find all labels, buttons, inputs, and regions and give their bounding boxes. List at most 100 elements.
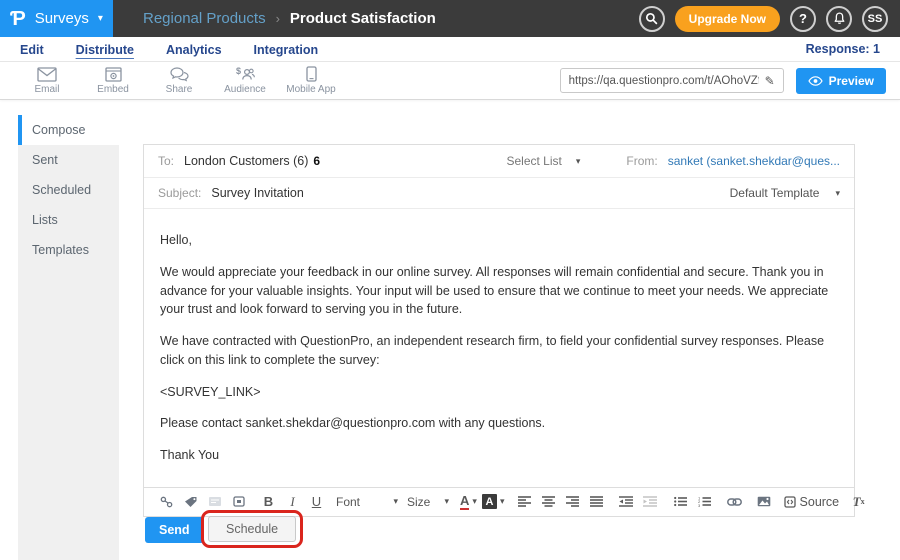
body-paragraph: <SURVEY_LINK>: [160, 383, 838, 402]
help-button[interactable]: ?: [790, 6, 816, 32]
mobile-phone-icon: [306, 66, 317, 82]
response-count[interactable]: Response: 1: [806, 42, 880, 56]
chevron-down-icon: ▾: [472, 496, 477, 507]
align-center-icon[interactable]: [538, 491, 559, 512]
chevron-down-icon: ▾: [98, 14, 103, 24]
sidebar-item-templates[interactable]: Templates: [18, 235, 119, 265]
tab-analytics[interactable]: Analytics: [166, 41, 222, 57]
font-dropdown[interactable]: Font ▾: [336, 495, 398, 509]
recipient-count[interactable]: 6: [313, 154, 320, 168]
breadcrumb-current: Product Satisfaction: [290, 10, 436, 27]
channel-audience[interactable]: $ Audience: [212, 66, 278, 95]
sidebar-item-scheduled[interactable]: Scheduled: [18, 175, 119, 205]
source-label: Source: [800, 495, 840, 509]
channel-mobile-app[interactable]: Mobile App: [278, 66, 344, 95]
template-dropdown[interactable]: Default Template ▾: [730, 186, 840, 200]
subject-label: Subject:: [158, 186, 201, 200]
tab-edit[interactable]: Edit: [20, 41, 44, 57]
text-color-a-icon: A: [460, 494, 469, 510]
select-list-dropdown[interactable]: Select List ▾: [506, 154, 580, 168]
bell-icon: [833, 12, 846, 25]
schedule-button[interactable]: Schedule: [208, 516, 296, 542]
sidebar-item-label: Templates: [32, 243, 89, 257]
questionpro-logo-icon: Ƥ: [10, 9, 26, 29]
numbered-list-icon[interactable]: 123: [694, 491, 715, 512]
subject-input[interactable]: Survey Invitation: [211, 186, 303, 200]
underline-button[interactable]: U: [306, 491, 327, 512]
email-body-editor[interactable]: Hello, We would appreciate your feedback…: [144, 209, 854, 487]
channel-label: Email: [34, 84, 59, 95]
to-label: To:: [158, 154, 174, 168]
sidebar-item-sent[interactable]: Sent: [18, 145, 119, 175]
size-dropdown[interactable]: Size ▾: [407, 495, 449, 509]
hyperlink-chain-icon[interactable]: [724, 491, 745, 512]
decrease-indent-icon[interactable]: [616, 491, 637, 512]
body-paragraph: Hello,: [160, 231, 838, 250]
bullet-list-icon[interactable]: [670, 491, 691, 512]
subject-row: Subject: Survey Invitation Default Templ…: [144, 178, 854, 209]
breadcrumb: Regional Products › Product Satisfaction: [143, 10, 436, 27]
preview-button[interactable]: Preview: [796, 68, 886, 94]
remove-format-x: x: [861, 497, 865, 506]
envelope-icon: [37, 67, 57, 82]
channel-label: Audience: [224, 84, 266, 95]
remove-format-button[interactable]: Tx: [848, 491, 869, 512]
from-label: From:: [626, 154, 657, 168]
question-mark-icon: ?: [799, 11, 807, 26]
sidebar-item-label: Lists: [32, 213, 58, 227]
channel-embed[interactable]: Embed: [80, 67, 146, 95]
remove-format-t: T: [853, 494, 861, 510]
search-button[interactable]: [639, 6, 665, 32]
distribute-sidebar: Compose Sent Scheduled Lists Templates: [18, 115, 119, 560]
font-dropdown-label: Font: [336, 495, 360, 509]
sidebar-item-label: Compose: [32, 123, 86, 137]
chevron-down-icon: ▾: [444, 496, 449, 507]
select-list-label: Select List: [506, 154, 561, 168]
product-name: Surveys: [35, 10, 89, 27]
svg-text:3: 3: [698, 503, 701, 507]
upgrade-now-button[interactable]: Upgrade Now: [675, 6, 780, 32]
body-paragraph: Thank You: [160, 446, 838, 465]
tab-distribute[interactable]: Distribute: [76, 41, 134, 57]
audience-dollar-people-icon: $: [235, 66, 255, 82]
channel-share[interactable]: Share: [146, 67, 212, 95]
top-bar: Ƥ Surveys ▾ Regional Products › Product …: [0, 0, 900, 37]
justify-icon[interactable]: [586, 491, 607, 512]
edit-pencil-icon[interactable]: ✎: [765, 74, 775, 88]
channel-label: Share: [166, 84, 193, 95]
send-button[interactable]: Send: [145, 517, 204, 543]
breadcrumb-parent-link[interactable]: Regional Products: [143, 10, 266, 27]
sidebar-item-lists[interactable]: Lists: [18, 205, 119, 235]
avatar[interactable]: SS: [862, 6, 888, 32]
insert-link-icon[interactable]: [156, 491, 177, 512]
merge-tag-icon[interactable]: [180, 491, 201, 512]
survey-url-field[interactable]: https://qa.questionpro.com/t/AOhoVZfqml …: [560, 68, 784, 93]
align-right-icon[interactable]: [562, 491, 583, 512]
survey-link-area: https://qa.questionpro.com/t/AOhoVZfqml …: [560, 68, 900, 94]
increase-indent-icon[interactable]: [640, 491, 661, 512]
search-icon: [645, 12, 658, 25]
fill-color-a-icon: A: [482, 494, 497, 509]
survey-nav: Edit Distribute Analytics Integration Re…: [0, 37, 900, 62]
notifications-button[interactable]: [826, 6, 852, 32]
tab-integration[interactable]: Integration: [254, 41, 319, 57]
insert-image-icon[interactable]: [754, 491, 775, 512]
embed-code-icon: [105, 67, 122, 82]
sidebar-item-compose[interactable]: Compose: [18, 115, 119, 145]
eye-icon: [808, 76, 823, 86]
size-dropdown-label: Size: [407, 495, 430, 509]
background-color-button[interactable]: A ▾: [482, 491, 505, 512]
chevron-down-icon: ▾: [393, 496, 398, 507]
source-button[interactable]: Source: [784, 491, 840, 512]
distribute-channels-toolbar: Email Embed Share $ Audience Mobile App …: [0, 62, 900, 100]
topbar-actions: Upgrade Now ? SS: [639, 6, 900, 32]
text-color-button[interactable]: A ▾: [458, 491, 479, 512]
from-sender[interactable]: sanket (sanket.shekdar@ques...: [668, 154, 840, 168]
body-paragraph: Please contact sanket.shekdar@questionpr…: [160, 414, 838, 433]
to-recipient-list[interactable]: London Customers (6): [184, 154, 308, 168]
email-compose-panel: To: London Customers (6) 6 Select List ▾…: [143, 144, 855, 517]
channel-email[interactable]: Email: [14, 67, 80, 95]
surveys-product-menu[interactable]: Ƥ Surveys ▾: [0, 0, 113, 37]
chevron-down-icon: ▾: [835, 188, 840, 199]
align-left-icon[interactable]: [514, 491, 535, 512]
